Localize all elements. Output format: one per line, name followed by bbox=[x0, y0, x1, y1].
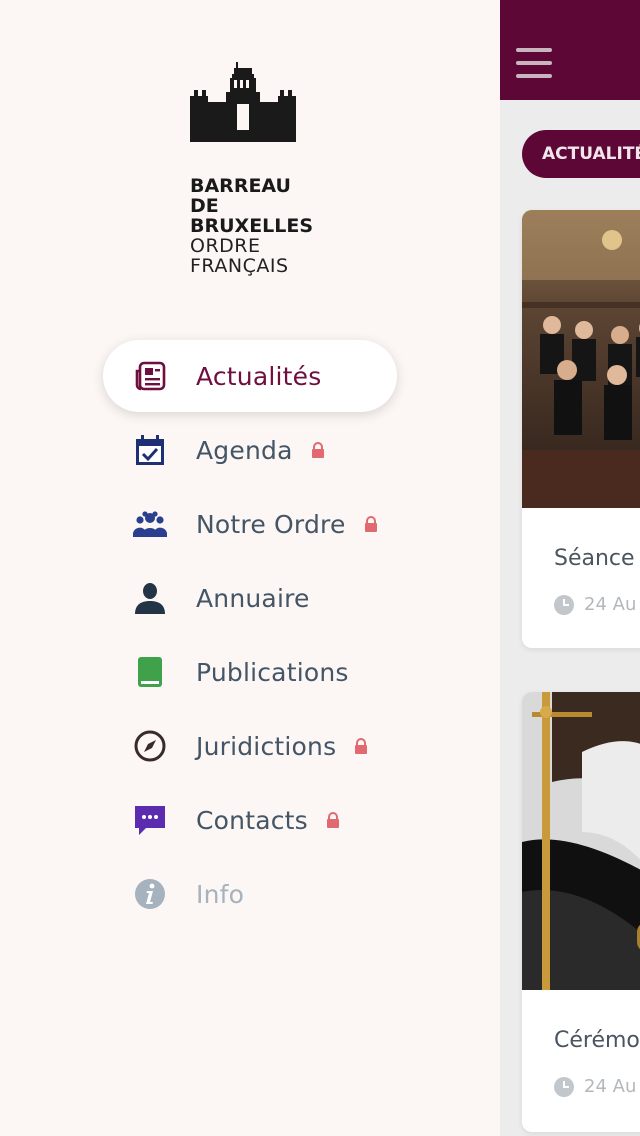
menu-item-annuaire[interactable]: Annuaire bbox=[103, 562, 403, 634]
lock-icon bbox=[354, 738, 368, 754]
compass-icon bbox=[133, 729, 167, 763]
lock-icon bbox=[311, 442, 325, 458]
menu-item-label: Actualités bbox=[196, 361, 322, 391]
news-card[interactable]: Séance 24 Au bbox=[522, 210, 640, 648]
news-card-image bbox=[522, 692, 640, 990]
lock-icon bbox=[364, 516, 378, 532]
logo-line: DE bbox=[190, 195, 219, 217]
news-card-title: Séance bbox=[554, 546, 635, 571]
menu-item-contacts[interactable]: Contacts bbox=[103, 784, 403, 856]
menu-item-agenda[interactable]: Agenda bbox=[103, 414, 403, 486]
news-card-title: Cérémo bbox=[554, 1028, 640, 1053]
news-card-image bbox=[522, 210, 640, 508]
navigation-drawer: BARREAU DE BRUXELLES ORDRE FRANÇAIS Actu… bbox=[0, 0, 500, 1136]
logo-line: BRUXELLES bbox=[190, 215, 314, 237]
news-card-date-text: 24 Au bbox=[584, 594, 637, 615]
menu-item-publications[interactable]: Publications bbox=[103, 636, 403, 708]
drawer-menu: Actualités Agenda Notre Ordre Annuaire P… bbox=[103, 340, 403, 932]
hamburger-menu-icon[interactable] bbox=[516, 48, 552, 82]
clock-icon bbox=[554, 1076, 574, 1097]
logo-line: FRANÇAIS bbox=[190, 255, 289, 277]
menu-item-label: Publications bbox=[196, 657, 349, 687]
news-icon bbox=[133, 359, 167, 393]
menu-item-label: Annuaire bbox=[196, 583, 310, 613]
clock-icon bbox=[554, 594, 574, 615]
news-card-date: 24 Au bbox=[554, 1076, 636, 1097]
menu-item-info[interactable]: Info bbox=[103, 858, 403, 930]
book-icon bbox=[133, 655, 167, 689]
news-card[interactable]: Cérémo 24 Au bbox=[522, 692, 640, 1132]
menu-item-notre-ordre[interactable]: Notre Ordre bbox=[103, 488, 403, 560]
menu-item-label: Agenda bbox=[196, 435, 293, 465]
info-icon bbox=[133, 877, 167, 911]
menu-item-label: Info bbox=[196, 879, 245, 909]
menu-item-actualites[interactable]: Actualités bbox=[103, 340, 397, 412]
logo-line: BARREAU bbox=[190, 175, 291, 197]
main-content: ACTUALITÉS bbox=[500, 0, 640, 1136]
menu-item-juridictions[interactable]: Juridictions bbox=[103, 710, 403, 782]
person-icon bbox=[133, 581, 167, 615]
group-icon bbox=[133, 507, 167, 541]
lock-icon bbox=[326, 812, 340, 828]
calendar-icon bbox=[133, 433, 167, 467]
chat-icon bbox=[133, 803, 167, 837]
category-chip[interactable]: ACTUALITÉS bbox=[522, 130, 640, 178]
menu-item-label: Notre Ordre bbox=[196, 509, 346, 539]
building-logo-icon bbox=[190, 62, 296, 142]
menu-item-label: Juridictions bbox=[196, 731, 337, 761]
menu-item-label: Contacts bbox=[196, 805, 308, 835]
top-bar bbox=[500, 0, 640, 100]
logo-line: ORDRE bbox=[190, 235, 261, 257]
news-card-date-text: 24 Au bbox=[584, 1076, 637, 1097]
barreau-logo: BARREAU DE BRUXELLES ORDRE FRANÇAIS bbox=[190, 60, 320, 276]
logo-wordmark: BARREAU DE BRUXELLES ORDRE FRANÇAIS bbox=[190, 176, 320, 276]
news-card-date: 24 Au bbox=[554, 594, 636, 615]
